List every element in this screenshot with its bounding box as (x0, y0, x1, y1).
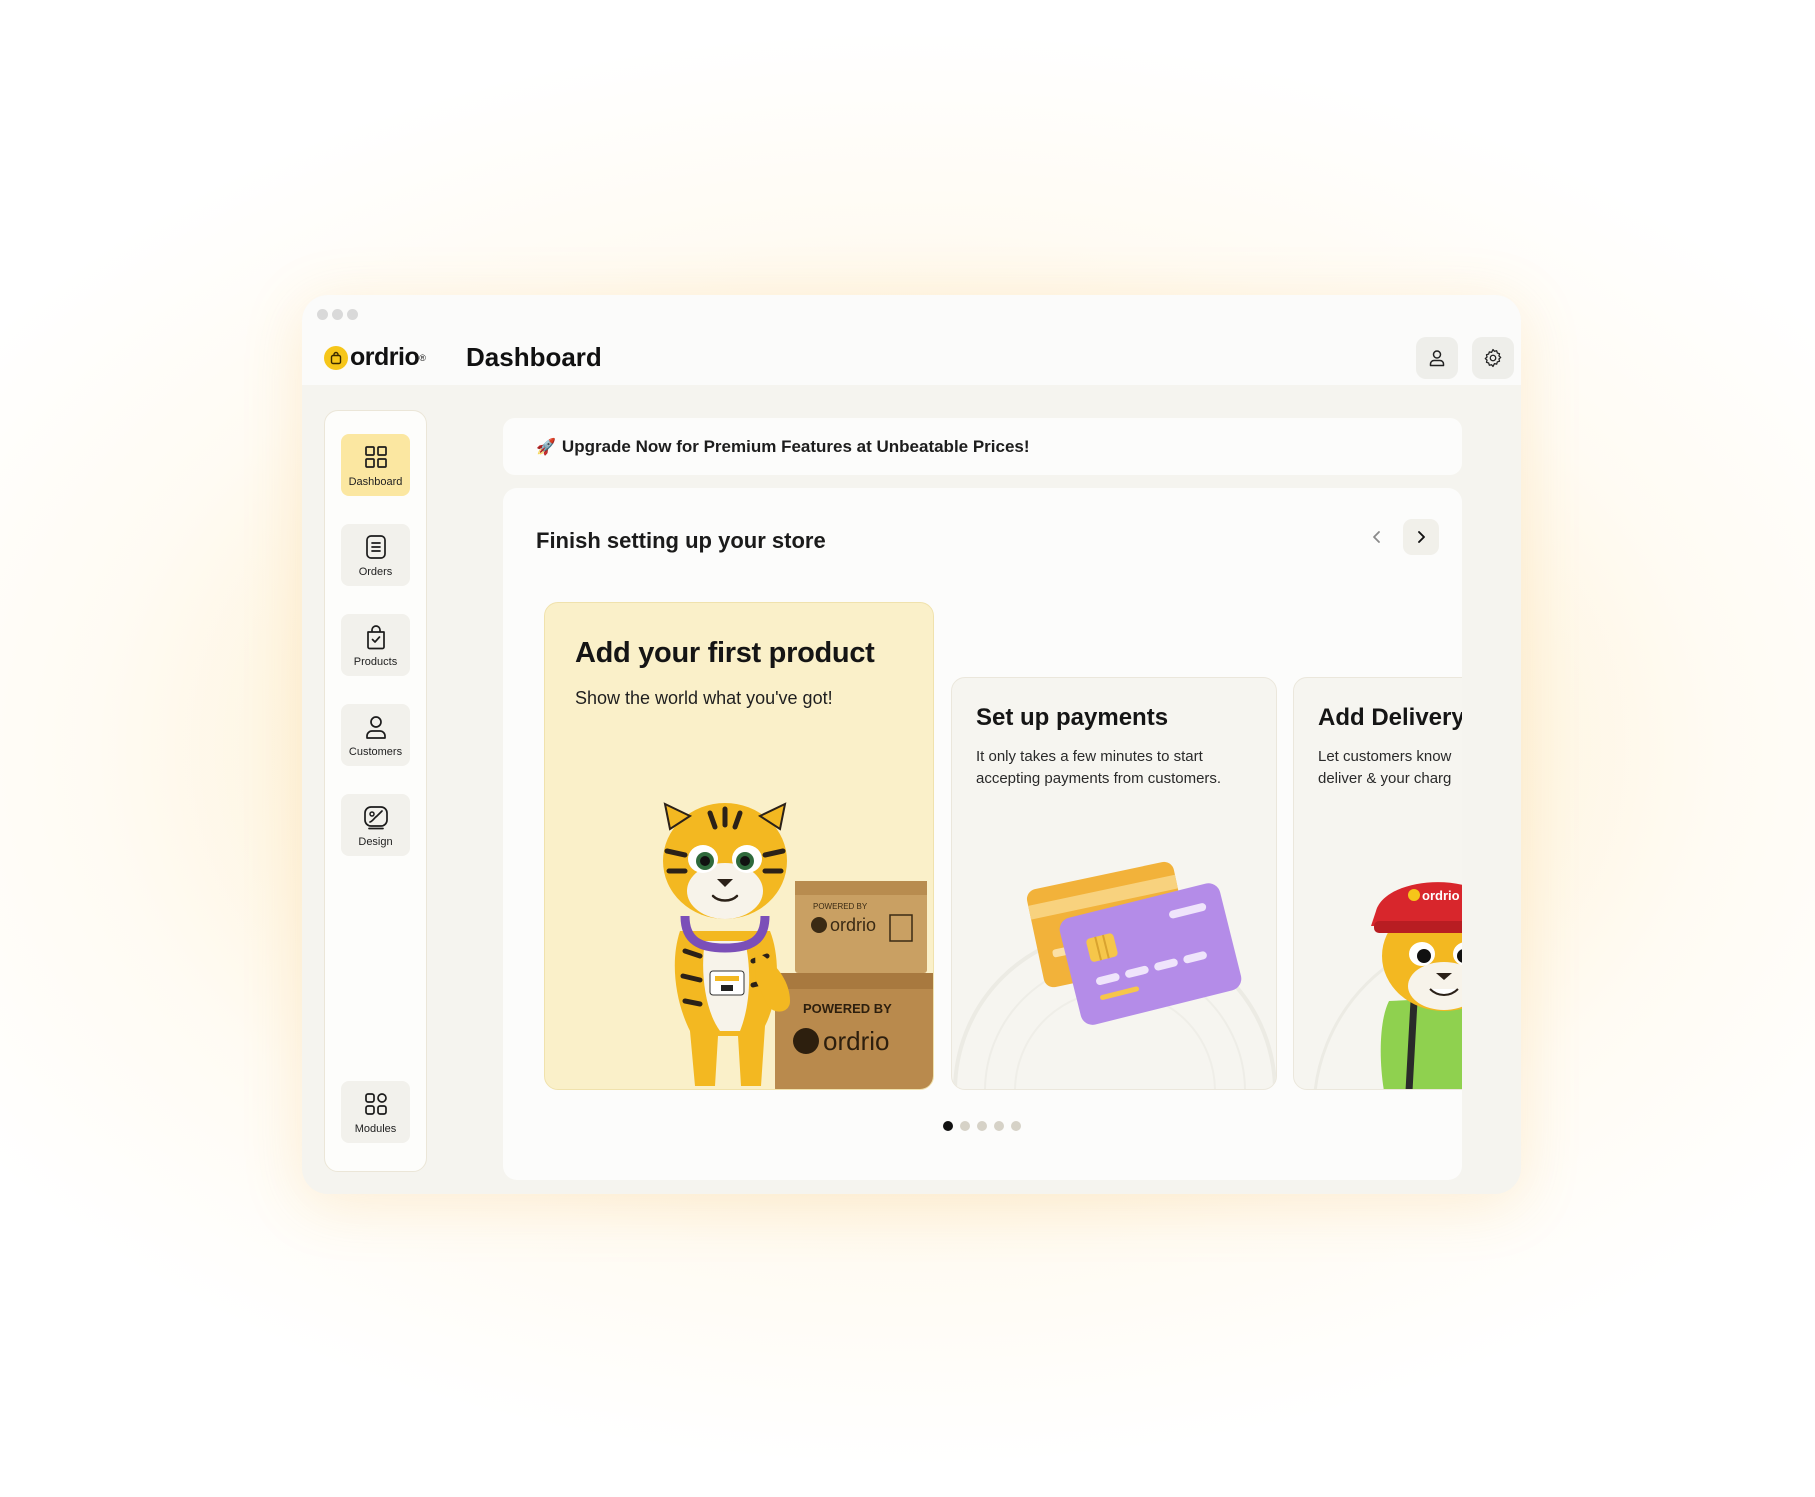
sidebar-item-label: Orders (358, 566, 393, 578)
box-brand-small: ordrio (830, 915, 876, 935)
setup-card-add-product[interactable]: Add your first product Show the world wh… (544, 602, 934, 1090)
palette-icon (363, 806, 388, 830)
chevron-right-icon (1418, 531, 1425, 543)
carousel-prev-button[interactable] (1359, 519, 1395, 555)
window-dot[interactable] (332, 309, 343, 320)
user-icon (365, 716, 386, 739)
carousel-pagination (943, 1121, 1021, 1131)
registered-mark: ® (419, 352, 426, 363)
tiger-mascot-illustration: POWERED BY ordrio POWERED BY ordrio (663, 802, 933, 1089)
window-dot[interactable] (317, 309, 328, 320)
card-description: Show the world what you've got! (575, 688, 833, 708)
card-title: Add Delivery (1318, 704, 1462, 731)
pagination-dot[interactable] (977, 1121, 987, 1131)
setup-card-payments[interactable]: Set up payments It only takes a few minu… (951, 677, 1277, 1090)
sidebar-item-dashboard[interactable]: Dashboard (341, 434, 410, 496)
setup-card-delivery[interactable]: Add Delivery Let customers know deliver … (1293, 677, 1462, 1090)
rocket-icon: 🚀 (536, 438, 556, 456)
modules-icon (364, 1093, 387, 1115)
shopping-bag-icon (366, 625, 385, 650)
logo-text: ordrio (350, 343, 420, 371)
upgrade-banner[interactable]: 🚀 Upgrade Now for Premium Features at Un… (503, 418, 1462, 475)
box-powered-by-small: POWERED BY (813, 902, 868, 911)
sidebar-item-products[interactable]: Products (341, 614, 410, 676)
profile-button[interactable] (1416, 337, 1458, 379)
sidebar-item-design[interactable]: Design (341, 794, 410, 856)
card-title: Set up payments (976, 704, 1169, 731)
carousel-next-button[interactable] (1403, 519, 1439, 555)
sidebar-item-orders[interactable]: Orders (341, 524, 410, 586)
sidebar-item-label: Customers (348, 746, 403, 758)
pagination-dot[interactable] (960, 1121, 970, 1131)
setup-panel: Finish setting up your store Add your fi… (503, 488, 1462, 1180)
app-window: ordrio ® Dashboard Dashboard Orders Prod… (302, 295, 1521, 1194)
page-title: Dashboard (466, 342, 602, 372)
settings-button[interactable] (1472, 337, 1514, 379)
sidebar-item-label: Design (358, 836, 393, 848)
pagination-dot[interactable] (994, 1121, 1004, 1131)
bag-logo-icon (324, 345, 348, 370)
chevron-left-icon (1373, 531, 1380, 543)
box-powered-by: POWERED BY (803, 1001, 892, 1016)
window-controls (317, 309, 358, 320)
card-title: Add your first product (575, 637, 875, 669)
sidebar: Dashboard Orders Products Customers Desi… (324, 410, 427, 1172)
user-icon (1429, 350, 1445, 367)
credit-cards-illustration (953, 861, 1276, 1089)
sidebar-item-label: Modules (354, 1123, 397, 1135)
cap-brand-text: ordrio (1422, 888, 1460, 903)
window-dot[interactable] (347, 309, 358, 320)
card-description: It only takes a few minutes to start acc… (976, 748, 1222, 787)
box-brand: ordrio (823, 1026, 889, 1056)
sidebar-item-customers[interactable]: Customers (341, 704, 410, 766)
gear-icon (1484, 348, 1502, 368)
sidebar-item-label: Products (353, 656, 398, 668)
tiger-delivery-illustration: ordrio (1313, 882, 1462, 1089)
pagination-dot[interactable] (1011, 1121, 1021, 1131)
grid-icon (364, 446, 387, 468)
brand-logo[interactable]: ordrio ® (324, 343, 426, 372)
sidebar-item-modules[interactable]: Modules (341, 1081, 410, 1143)
pagination-dot-active[interactable] (943, 1121, 953, 1131)
banner-text: Upgrade Now for Premium Features at Unbe… (561, 436, 1030, 456)
top-bar: ordrio ® Dashboard (302, 295, 1521, 385)
setup-title: Finish setting up your store (536, 528, 826, 553)
card-description: Let customers know deliver & your charg (1318, 748, 1452, 787)
document-icon (365, 535, 386, 559)
sidebar-item-label: Dashboard (348, 476, 403, 488)
